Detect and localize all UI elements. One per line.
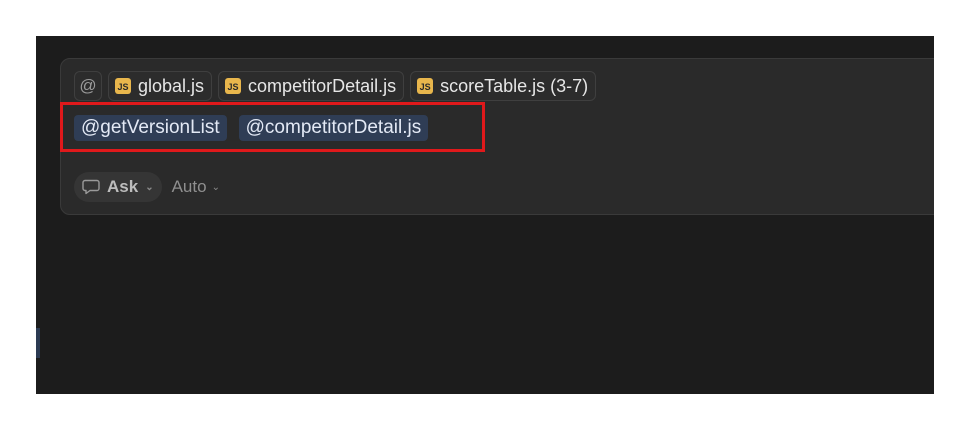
context-file-name: competitorDetail.js [248,75,397,96]
chat-bubble-icon [82,179,100,195]
ask-label: Ask [107,177,139,196]
add-context-button[interactable]: @ [74,71,102,101]
context-row: @ JS global.js JS competitorDetail.js JS… [74,71,597,101]
mode-row: Ask ⌄ Auto ⌄ [74,172,220,202]
js-file-icon: JS [225,78,242,94]
editor-window: @ JS global.js JS competitorDetail.js JS… [36,36,934,394]
chevron-down-icon: ⌄ [211,181,220,193]
context-file-chip[interactable]: JS competitorDetail.js [218,71,405,101]
js-file-icon: JS [115,78,131,94]
context-file-chip[interactable]: JS global.js [108,71,213,101]
context-file-chip[interactable]: JS scoreTable.js (3-7) [410,71,597,101]
js-file-icon: JS [417,78,434,94]
chevron-down-icon: ⌄ [145,181,154,193]
left-edge-accent [36,328,40,358]
auto-label: Auto [171,177,207,196]
model-dropdown[interactable]: Auto ⌄ [172,177,220,197]
ask-mode-dropdown[interactable]: Ask ⌄ [74,172,162,202]
context-file-name: scoreTable.js (3-7) [440,75,589,96]
highlight-box [60,102,485,152]
context-file-name: global.js [138,75,205,96]
at-icon: @ [79,76,97,95]
